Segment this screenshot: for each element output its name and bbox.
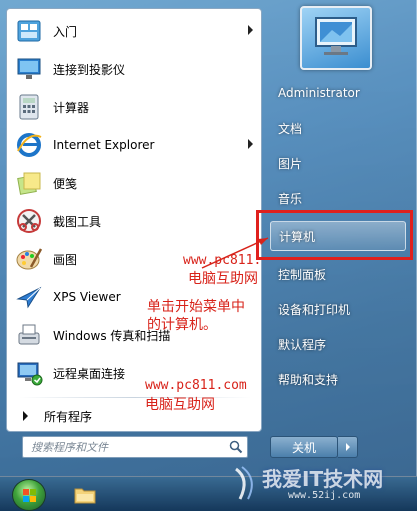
right-item-label: 设备和打印机	[278, 302, 351, 317]
search-input[interactable]: 搜索程序和文件	[22, 436, 248, 458]
search-icon[interactable]	[229, 440, 243, 454]
internet-explorer-icon	[13, 129, 45, 161]
remote-desktop-icon	[13, 357, 45, 389]
shutdown-button[interactable]: 关机	[270, 436, 338, 458]
right-item-documents[interactable]: 文档	[270, 113, 406, 143]
fax-scan-icon	[13, 319, 45, 351]
annotation-site-name: 电脑互助网	[145, 397, 215, 413]
right-item-label: 默认程序	[278, 337, 327, 352]
program-label: 画图	[53, 252, 78, 267]
search-placeholder: 搜索程序和文件	[31, 441, 108, 454]
xps-viewer-icon	[13, 281, 45, 313]
right-item-label: 图片	[278, 156, 303, 171]
annotation-site-name: 电脑互助网	[188, 271, 258, 287]
annotation-instruction: 的计算机。	[147, 317, 217, 333]
program-item-calculator[interactable]: 计算器	[13, 89, 257, 125]
right-item-control-panel[interactable]: 控制面板	[270, 259, 406, 289]
right-item-devices-printers[interactable]: 设备和打印机	[270, 294, 406, 324]
program-label: 远程桌面连接	[53, 366, 126, 381]
annotation-url: www.pc811.com	[145, 378, 247, 393]
expand-arrow-icon	[23, 411, 28, 421]
divider	[19, 397, 251, 398]
shutdown-options-button[interactable]	[338, 436, 358, 458]
snipping-tool-icon	[13, 205, 45, 237]
program-label: 入门	[53, 24, 78, 39]
folder-icon	[74, 488, 96, 504]
program-label: 便笺	[53, 176, 78, 191]
right-item-pictures[interactable]: 图片	[270, 148, 406, 178]
right-item-default-programs[interactable]: 默认程序	[270, 329, 406, 359]
right-item-label: Administrator	[278, 86, 360, 100]
program-item-getting-started[interactable]: 入门	[13, 13, 257, 49]
all-programs-button[interactable]: 所有程序	[13, 401, 257, 431]
right-item-music[interactable]: 音乐	[270, 183, 406, 213]
program-item-sticky-notes[interactable]: 便笺	[13, 165, 257, 201]
monitor-icon	[315, 17, 357, 55]
program-label: Internet Explorer	[53, 138, 155, 152]
taskbar-explorer-button[interactable]	[70, 482, 100, 508]
right-item-label: 文档	[278, 121, 303, 136]
shutdown-label: 关机	[291, 440, 316, 455]
programs-pane: 入门 连接到投影仪 计算器 Internet Explorer 便笺 截图工具 …	[6, 8, 262, 432]
annotation-instruction: 单击开始菜单中	[147, 299, 245, 315]
right-item-label: 控制面板	[278, 267, 327, 282]
highlight-box	[256, 210, 413, 260]
right-item-label: 音乐	[278, 191, 303, 206]
program-label: 连接到投影仪	[53, 62, 126, 77]
all-programs-label: 所有程序	[44, 409, 93, 424]
paint-icon	[13, 243, 45, 275]
start-button[interactable]	[12, 479, 46, 511]
submenu-arrow-icon[interactable]	[248, 25, 253, 35]
annotation-url: www.pc811.	[183, 253, 262, 268]
right-item-label: 帮助和支持	[278, 372, 339, 387]
program-item-projector[interactable]: 连接到投影仪	[13, 51, 257, 87]
watermark-title: 我爱IT技术网	[262, 467, 384, 491]
right-item-user[interactable]: Administrator	[270, 78, 406, 108]
program-label: XPS Viewer	[53, 290, 121, 304]
sticky-notes-icon	[13, 167, 45, 199]
calculator-icon	[13, 91, 45, 123]
watermark-url: www.52ij.com	[288, 490, 361, 501]
user-picture[interactable]	[300, 6, 372, 70]
program-label: 计算器	[53, 100, 90, 115]
program-label: 截图工具	[53, 214, 102, 229]
projector-icon	[13, 53, 45, 85]
program-item-fax-scan[interactable]: Windows 传真和扫描	[13, 317, 257, 353]
program-item-internet-explorer[interactable]: Internet Explorer	[13, 127, 257, 163]
getting-started-icon	[13, 15, 45, 47]
right-item-help-support[interactable]: 帮助和支持	[270, 364, 406, 394]
submenu-arrow-icon[interactable]	[248, 139, 253, 149]
chevron-right-icon	[345, 443, 350, 451]
windows-logo-icon	[23, 489, 36, 502]
